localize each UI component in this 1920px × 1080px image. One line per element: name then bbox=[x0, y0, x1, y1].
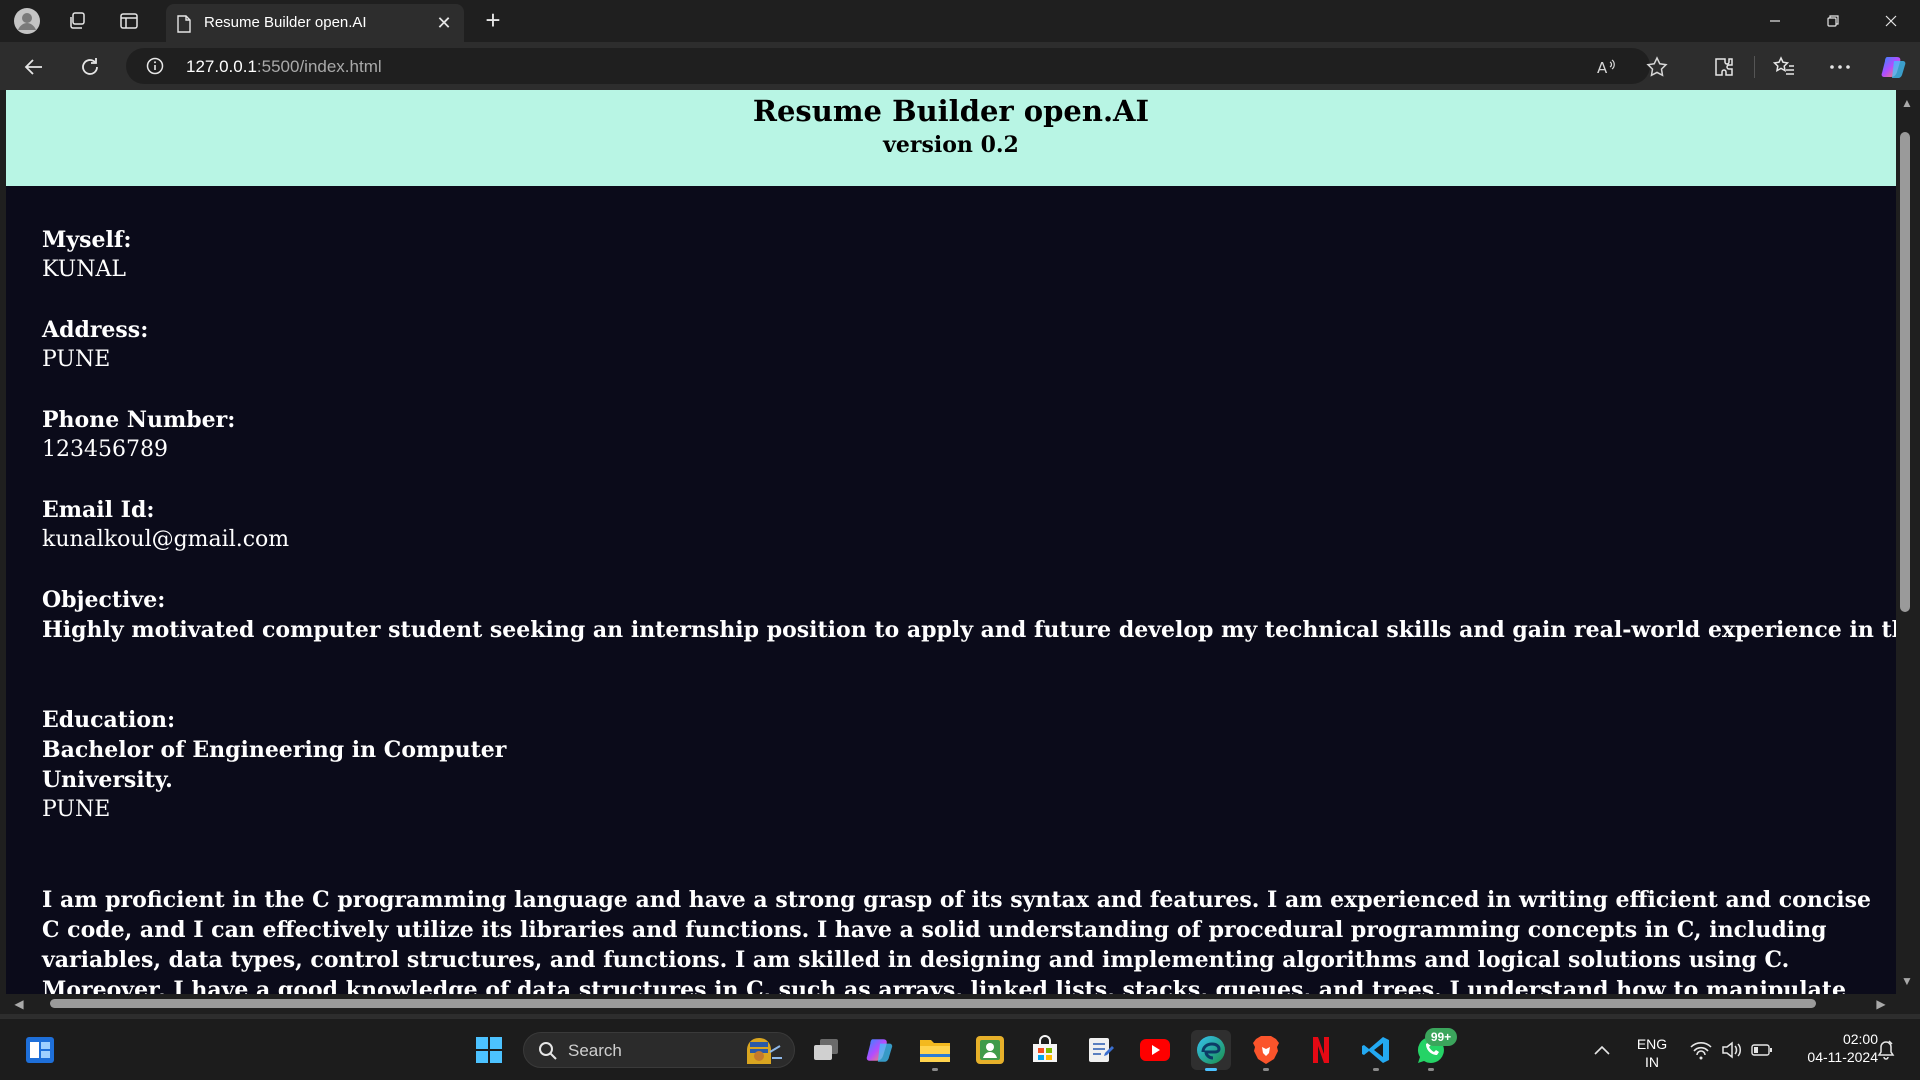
svg-text:A: A bbox=[1597, 59, 1608, 76]
page-title: Resume Builder open.AI bbox=[752, 94, 1150, 128]
input-language[interactable]: ENG IN bbox=[1630, 1035, 1674, 1071]
quick-settings[interactable] bbox=[1676, 1030, 1786, 1070]
battery-icon bbox=[1751, 1044, 1772, 1056]
clock-time: 02:00 bbox=[1842, 1031, 1878, 1047]
show-hidden-icons-chevron-icon[interactable] bbox=[1582, 1030, 1622, 1070]
page-icon bbox=[177, 15, 191, 33]
search-icon bbox=[539, 1042, 557, 1060]
scroll-up-arrow-icon[interactable]: ▲ bbox=[1900, 96, 1914, 110]
version-label: version 0.2 bbox=[883, 132, 1019, 158]
taskbar: Search 99+ ENG IN 02:00 04-11-2024 bbox=[0, 1018, 1920, 1080]
toolbar-divider bbox=[1754, 56, 1755, 78]
copilot-icon[interactable] bbox=[1878, 51, 1910, 83]
address-bar[interactable]: 127.0.0.1:5500/index.html A bbox=[126, 48, 1668, 84]
page-viewport[interactable]: Resume Builder open.AI version 0.2 Mysel… bbox=[6, 90, 1896, 994]
browser-toolbar: 127.0.0.1:5500/index.html A bbox=[0, 42, 1920, 90]
lang-region: IN bbox=[1645, 1054, 1659, 1070]
minimize-icon[interactable] bbox=[1746, 0, 1804, 42]
objective-value: Highly motivated computer student seekin… bbox=[42, 617, 1896, 643]
objective-section: Objective: Highly motivated computer stu… bbox=[42, 585, 1896, 645]
close-tab-icon[interactable]: ✕ bbox=[434, 13, 454, 33]
task-view-icon[interactable] bbox=[806, 1030, 846, 1070]
notepad-icon[interactable] bbox=[1080, 1030, 1120, 1070]
netflix-icon[interactable] bbox=[1301, 1030, 1341, 1070]
site-header: Resume Builder open.AI version 0.2 bbox=[6, 90, 1896, 186]
myself-value: KUNAL bbox=[42, 257, 126, 282]
education-university: University. bbox=[42, 767, 173, 793]
url-path: :5500/index.html bbox=[256, 57, 382, 76]
objective-label: Objective: bbox=[42, 587, 166, 613]
photos-app-icon[interactable] bbox=[970, 1030, 1010, 1070]
myself-label: Myself: bbox=[42, 227, 132, 253]
vertical-scrollbar[interactable]: ▲ ▼ bbox=[1896, 90, 1920, 994]
edge-browser-icon[interactable] bbox=[1191, 1030, 1231, 1071]
tab-title: Resume Builder open.AI bbox=[204, 14, 367, 31]
start-menu-icon[interactable] bbox=[469, 1030, 509, 1070]
lang-code: ENG bbox=[1636, 1036, 1668, 1052]
search-placeholder: Search bbox=[568, 1041, 622, 1060]
scroll-right-arrow-icon[interactable]: ▶ bbox=[1874, 997, 1888, 1011]
education-section: Education: Bachelor of Engineering in Co… bbox=[42, 705, 506, 825]
skills-paragraph: I am proficient in the C programming lan… bbox=[42, 887, 1871, 994]
wifi-icon bbox=[1690, 1042, 1712, 1060]
tab-actions-icon[interactable] bbox=[114, 6, 144, 36]
scroll-down-arrow-icon[interactable]: ▼ bbox=[1900, 974, 1914, 988]
url-text[interactable]: 127.0.0.1:5500/index.html bbox=[186, 57, 382, 77]
address-label: Address: bbox=[42, 317, 149, 343]
scroll-left-arrow-icon[interactable]: ◀ bbox=[12, 997, 26, 1011]
read-aloud-icon[interactable]: A bbox=[1594, 54, 1620, 80]
volume-icon bbox=[1722, 1041, 1741, 1059]
url-host: 127.0.0.1 bbox=[186, 57, 257, 76]
myself-section: Myself: KUNAL bbox=[42, 225, 131, 285]
running-indicator bbox=[932, 1068, 938, 1071]
horizontal-scroll-thumb[interactable] bbox=[50, 999, 1816, 1008]
new-tab-icon[interactable]: + bbox=[478, 6, 508, 36]
youtube-icon[interactable] bbox=[1135, 1030, 1175, 1070]
phone-value: 123456789 bbox=[42, 437, 168, 462]
restore-icon[interactable] bbox=[1804, 0, 1862, 42]
address-value: PUNE bbox=[42, 347, 111, 372]
notification-badge: 99+ bbox=[1425, 1028, 1457, 1046]
file-explorer-icon[interactable] bbox=[915, 1030, 955, 1071]
brave-browser-icon[interactable] bbox=[1246, 1030, 1286, 1071]
running-indicator bbox=[1263, 1068, 1269, 1071]
education-label: Education: bbox=[42, 707, 176, 733]
back-arrow-icon[interactable] bbox=[18, 51, 50, 83]
close-window-icon[interactable] bbox=[1862, 0, 1920, 42]
taskbar-search-input[interactable]: Search bbox=[523, 1032, 795, 1068]
widgets-icon[interactable] bbox=[20, 1030, 60, 1070]
email-label: Email Id: bbox=[42, 497, 155, 523]
refresh-icon[interactable] bbox=[74, 51, 106, 83]
vertical-scroll-thumb[interactable] bbox=[1900, 132, 1910, 612]
email-section: Email Id: kunalkoul@gmail.com bbox=[42, 495, 289, 555]
education-city: PUNE bbox=[42, 797, 111, 822]
profile-icon[interactable] bbox=[12, 6, 42, 36]
search-highlight-icon bbox=[747, 1038, 782, 1064]
horizontal-scrollbar[interactable]: ◀ ▶ bbox=[6, 994, 1896, 1014]
browser-title-bar: Resume Builder open.AI ✕ + bbox=[0, 0, 1920, 42]
phone-section: Phone Number: 123456789 bbox=[42, 405, 235, 465]
phone-label: Phone Number: bbox=[42, 407, 236, 433]
clock-date: 04-11-2024 bbox=[1807, 1049, 1878, 1065]
copilot-app-icon[interactable] bbox=[860, 1030, 900, 1070]
favorites-icon[interactable] bbox=[1768, 51, 1800, 83]
email-value: kunalkoul@gmail.com bbox=[42, 527, 290, 552]
clock[interactable]: 02:00 04-11-2024 bbox=[1782, 1030, 1878, 1066]
running-indicator bbox=[1428, 1068, 1434, 1071]
extensions-icon[interactable] bbox=[1708, 51, 1740, 83]
running-indicator bbox=[1373, 1068, 1379, 1071]
microsoft-store-icon[interactable] bbox=[1025, 1030, 1065, 1070]
more-options-icon[interactable] bbox=[1824, 51, 1856, 83]
site-info-icon[interactable] bbox=[146, 57, 164, 75]
vscode-icon[interactable] bbox=[1356, 1030, 1396, 1071]
notification-bell-icon[interactable] bbox=[1870, 1030, 1902, 1070]
workspaces-icon[interactable] bbox=[62, 6, 92, 36]
tab-resume-builder[interactable]: Resume Builder open.AI ✕ bbox=[166, 4, 464, 42]
education-degree: Bachelor of Engineering in Computer bbox=[42, 737, 507, 763]
active-indicator bbox=[1205, 1068, 1217, 1071]
favorite-star-icon[interactable] bbox=[1644, 54, 1670, 80]
address-section: Address: PUNE bbox=[42, 315, 148, 375]
